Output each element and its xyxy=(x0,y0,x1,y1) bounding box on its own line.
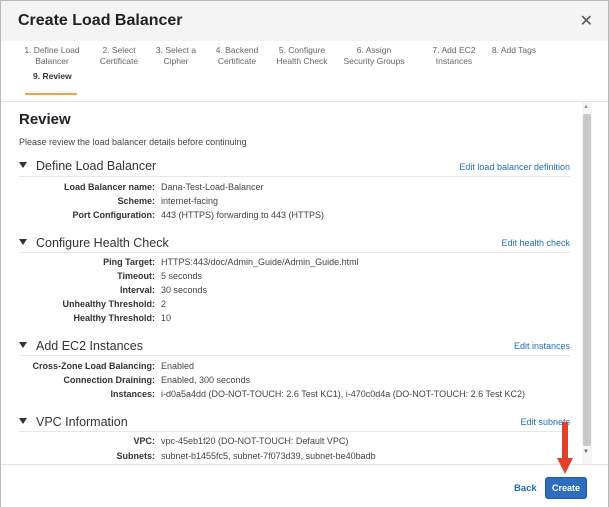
triangle-down-icon xyxy=(19,239,27,245)
dialog-title: Create Load Balancer xyxy=(18,12,183,29)
detail-label: Load Balancer name: xyxy=(63,182,155,192)
detail-value: 2 xyxy=(161,299,167,309)
scroll-down-icon[interactable]: ▼ xyxy=(583,449,589,455)
detail-value: 443 (HTTPS) forwarding to 443 (HTTPS) xyxy=(161,210,325,220)
section-title: Add EC2 Instances xyxy=(36,339,144,353)
dialog-footer: Back Create xyxy=(1,464,608,507)
scroll-up-icon[interactable]: ▲ xyxy=(583,104,589,110)
section-configure-health-check[interactable]: Configure Health Check xyxy=(19,236,169,250)
edit-load-balancer-definition-link[interactable]: Edit load balancer definition xyxy=(459,162,570,172)
section-divider xyxy=(19,176,570,177)
scrollbar-thumb[interactable] xyxy=(583,114,591,446)
triangle-down-icon xyxy=(19,418,27,424)
step-select-cipher[interactable]: 3. Select a Cipher xyxy=(143,45,209,67)
detail-label: Cross-Zone Load Balancing: xyxy=(32,361,155,371)
step-add-ec2-instances[interactable]: 7. Add EC2 Instances xyxy=(421,45,487,67)
arrow-down-icon xyxy=(557,422,573,474)
detail-row: Cross-Zone Load Balancing: Enabled xyxy=(19,361,570,373)
detail-value: 5 seconds xyxy=(161,271,203,281)
create-button[interactable]: Create xyxy=(545,477,587,499)
section-title: VPC Information xyxy=(36,415,128,429)
detail-row: Interval: 30 seconds xyxy=(19,285,570,297)
detail-row: Timeout: 5 seconds xyxy=(19,271,570,283)
section-title: Configure Health Check xyxy=(36,236,169,250)
edit-instances-link[interactable]: Edit instances xyxy=(514,341,570,351)
detail-row: Unhealthy Threshold: 2 xyxy=(19,299,570,311)
detail-label: VPC: xyxy=(133,436,155,446)
detail-row: Load Balancer name: Dana-Test-Load-Balanc… xyxy=(19,182,570,194)
detail-value: HTTPS:443/doc/Admin_Guide/Admin_Guide.ht… xyxy=(161,257,359,267)
detail-value: Enabled xyxy=(161,361,195,371)
triangle-down-icon xyxy=(19,342,27,348)
step-assign-security-groups[interactable]: 6. Assign Security Groups xyxy=(341,45,407,67)
detail-row: VPC: vpc-45eb1f20 (DO-NOT-TOUCH: Default … xyxy=(19,436,570,448)
detail-label: Port Configuration: xyxy=(72,210,156,220)
section-divider xyxy=(19,431,570,432)
detail-label: Healthy Threshold: xyxy=(73,313,155,323)
detail-value: subnet-b1455fc5, subnet-7f073d39, subnet… xyxy=(161,451,376,461)
detail-label: Connection Draining: xyxy=(63,375,156,385)
section-divider xyxy=(19,252,570,253)
triangle-down-icon xyxy=(19,162,27,168)
wizard-steps: 1. Define Load Balancer 2. Select Certif… xyxy=(1,41,608,102)
review-heading: Review xyxy=(19,111,71,128)
step-add-tags[interactable]: 8. Add Tags xyxy=(481,45,547,56)
detail-value: internet-facing xyxy=(161,196,219,206)
detail-row: Instances: i-d0a5a4dd (DO-NOT-TOUCH: 2.6 … xyxy=(19,389,570,401)
step-define-load-balancer[interactable]: 1. Define Load Balancer xyxy=(19,45,85,67)
review-content: Review Please review the load balancer d… xyxy=(11,102,579,464)
create-load-balancer-dialog: Create Load Balancer ✕ 1. Define Load Ba… xyxy=(0,0,609,507)
detail-value: vpc-45eb1f20 (DO-NOT-TOUCH: Default VPC) xyxy=(161,436,349,446)
detail-label: Subnets: xyxy=(116,451,155,461)
edit-health-check-link[interactable]: Edit health check xyxy=(501,238,570,248)
detail-label: Unhealthy Threshold: xyxy=(62,299,155,309)
step-review[interactable]: 9. Review xyxy=(33,71,99,82)
section-title: Define Load Balancer xyxy=(36,159,157,173)
detail-row: Ping Target: HTTPS:443/doc/Admin_Guide/Ad… xyxy=(19,257,570,269)
detail-label: Interval: xyxy=(119,285,155,295)
detail-label: Timeout: xyxy=(117,271,155,281)
section-divider xyxy=(19,355,570,356)
detail-row: Subnets: subnet-b1455fc5, subnet-7f073d39… xyxy=(19,451,570,463)
detail-label: Instances: xyxy=(110,389,155,399)
detail-label: Ping Target: xyxy=(103,257,155,267)
detail-value: Dana-Test-Load-Balancer xyxy=(161,182,264,192)
section-vpc-information[interactable]: VPC Information xyxy=(19,415,128,429)
detail-value: i-d0a5a4dd (DO-NOT-TOUCH: 2.6 Test KC1),… xyxy=(161,389,525,399)
detail-row: Scheme: internet-facing xyxy=(19,196,570,208)
detail-value: 30 seconds xyxy=(161,285,208,295)
section-add-ec2-instances[interactable]: Add EC2 Instances xyxy=(19,339,143,353)
vertical-scrollbar[interactable]: ▲ ▼ xyxy=(582,102,592,464)
detail-value: Enabled, 300 seconds xyxy=(161,375,251,385)
close-icon[interactable]: ✕ xyxy=(580,11,593,31)
back-button[interactable]: Back xyxy=(514,483,537,494)
step-backend-certificate[interactable]: 4. Backend Certificate xyxy=(204,45,270,67)
review-intro: Please review the load balancer details … xyxy=(19,137,247,147)
detail-row: Connection Draining: Enabled, 300 seconds xyxy=(19,375,570,387)
detail-row: Healthy Threshold: 10 xyxy=(19,313,570,325)
detail-label: Scheme: xyxy=(117,196,155,206)
dialog-titlebar: Create Load Balancer ✕ xyxy=(1,1,608,42)
detail-value: 10 xyxy=(161,313,172,323)
detail-row: Port Configuration: 443 (HTTPS) forwardin… xyxy=(19,210,570,222)
section-define-load-balancer[interactable]: Define Load Balancer xyxy=(19,159,156,173)
active-step-indicator xyxy=(25,93,77,95)
step-configure-health-check[interactable]: 5. Configure Health Check xyxy=(269,45,335,67)
